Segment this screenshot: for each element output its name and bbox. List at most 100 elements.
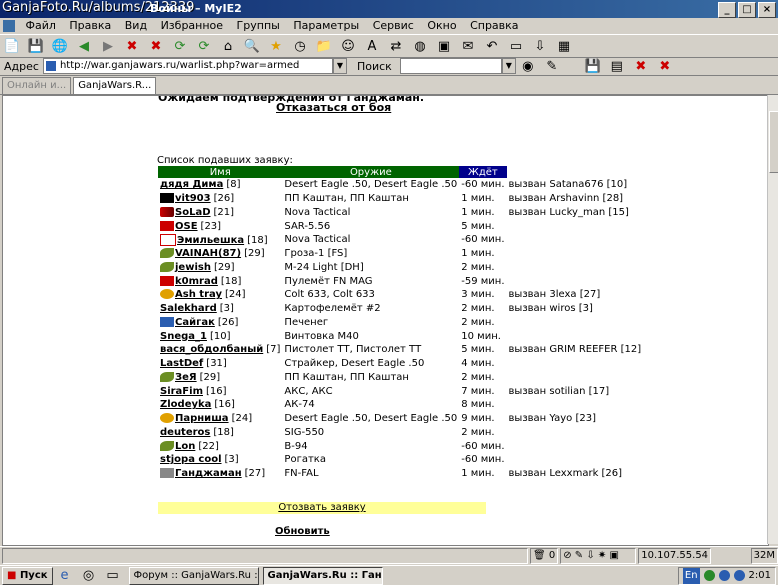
refresh-icon[interactable]: ⟳ — [171, 37, 189, 55]
user-icon[interactable]: ☺ — [339, 37, 357, 55]
player-name-link[interactable]: ЗеЯ — [175, 372, 197, 383]
cell-challenged-by: вызван Lucky_man [15] — [508, 206, 629, 218]
window-icon[interactable]: ▭ — [507, 37, 525, 55]
player-name-link[interactable]: Эмильешка — [177, 235, 244, 246]
cell-wait: -60 мин. — [461, 454, 505, 466]
highlight-icon[interactable]: ✎ — [543, 57, 561, 75]
player-name-link[interactable]: Ash tray — [175, 289, 222, 300]
back-icon[interactable]: ◀ — [75, 37, 93, 55]
tab-ganjawars[interactable]: GanjaWars.R... — [73, 77, 157, 94]
undo-icon[interactable]: ↶ — [483, 37, 501, 55]
player-name-link[interactable]: Lon — [175, 441, 195, 452]
vertical-scrollbar[interactable] — [767, 95, 778, 544]
menu-tools[interactable]: Сервис — [373, 19, 414, 32]
new-page-icon[interactable]: 📄 — [3, 37, 21, 55]
translate-icon[interactable]: ⇄ — [387, 37, 405, 55]
mail-icon[interactable]: ✉ — [459, 37, 477, 55]
player-name-link[interactable]: OSE — [175, 221, 198, 232]
forward-icon[interactable]: ▶ — [99, 37, 117, 55]
player-name-link[interactable]: дядя Дима — [160, 179, 223, 190]
player-name-link[interactable]: vit903 — [175, 193, 211, 204]
favorites-icon[interactable]: ★ — [267, 37, 285, 55]
task-forum[interactable]: Форум :: GanjaWars.Ru :: — [128, 566, 259, 585]
ie-quicklaunch-icon[interactable]: e — [56, 567, 74, 585]
stop-all-icon[interactable]: ✖ — [147, 37, 165, 55]
globe-icon[interactable]: 🌐 — [51, 37, 69, 55]
menu-groups[interactable]: Группы — [237, 19, 280, 32]
player-name-link[interactable]: LastDef — [160, 358, 203, 369]
minimize-button[interactable]: _ — [718, 2, 736, 18]
cancel-battle-link[interactable]: Отказаться от боя — [276, 101, 391, 114]
language-indicator[interactable]: En — [682, 567, 700, 584]
scrollbar-thumb[interactable] — [769, 111, 778, 173]
menu-favorites[interactable]: Избранное — [161, 19, 223, 32]
table-row: Ash tray [24] Colt 633, Colt 633 3 мин. вызв… — [158, 288, 643, 302]
player-name-link[interactable]: Salekhard — [160, 303, 217, 314]
close-all-icon[interactable]: ✖ — [656, 57, 674, 75]
search-dropdown[interactable]: ▼ — [501, 58, 516, 74]
start-button[interactable]: ■ Пуск — [2, 566, 53, 585]
player-name-link[interactable]: k0mrad — [175, 276, 218, 287]
table-row: Эмильешка [18] Nova Tactical -60 мин. — [158, 233, 643, 247]
table-row: вася_обдолбаный [7] Пистолет ТТ, Пистолет … — [158, 343, 643, 357]
player-name-link[interactable]: Zlodeyka — [160, 399, 211, 410]
player-name-link[interactable]: Парниша — [175, 413, 229, 424]
stop-icon[interactable]: ✖ — [123, 37, 141, 55]
player-name-link[interactable]: SoLaD — [175, 207, 211, 218]
player-name-link[interactable]: Snega_1 — [160, 331, 207, 342]
player-name-link[interactable]: Ганджаман — [175, 468, 242, 479]
outlook-quicklaunch-icon[interactable]: ◎ — [80, 567, 98, 585]
network-icon[interactable] — [703, 570, 715, 581]
folder-icon[interactable]: 📁 — [315, 37, 333, 55]
player-name-link[interactable]: Сайгак — [175, 317, 215, 328]
player-name-link[interactable]: stjopa cool — [160, 454, 222, 465]
save-page-icon[interactable]: 💾 — [584, 57, 602, 75]
layout-icon[interactable]: ▤ — [608, 57, 626, 75]
go-icon[interactable]: ◉ — [519, 57, 537, 75]
player-name-link[interactable]: jewish — [175, 262, 211, 273]
menu-file[interactable]: Файл — [26, 19, 56, 32]
menu-edit[interactable]: Правка — [69, 19, 111, 32]
player-name-link[interactable]: вася_обдолбаный — [160, 344, 263, 355]
menu-help[interactable]: Справка — [470, 19, 518, 32]
world-icon[interactable]: ◍ — [411, 37, 429, 55]
proxy-icon[interactable]: ▣ — [435, 37, 453, 55]
applicants-table: Имя Оружие Ждёт дядя Дима [8] Desert Eagle… — [158, 166, 644, 481]
close-button[interactable]: × — [758, 2, 776, 18]
cell-weapon: Пулемёт FN MAG — [284, 275, 373, 287]
task-ganjawars[interactable]: GanjaWars.Ru :: Ган... — [262, 566, 383, 585]
close-tab-icon[interactable]: ✖ — [632, 57, 650, 75]
cell-name: Zlodeyka [16] — [158, 398, 282, 412]
maximize-button[interactable]: □ — [738, 2, 756, 18]
grid-icon[interactable]: ▦ — [555, 37, 573, 55]
refresh-link[interactable]: Обновить — [275, 526, 330, 537]
font-icon[interactable]: A — [363, 37, 381, 55]
player-name-link[interactable]: VAINAH(87) — [175, 248, 241, 259]
player-name-link[interactable]: deuteros — [160, 427, 210, 438]
cell-name: дядя Дима [8] — [158, 178, 282, 192]
menu-view[interactable]: Вид — [125, 19, 147, 32]
player-name-link[interactable]: SiraFim — [160, 386, 203, 397]
search-input[interactable] — [399, 58, 502, 74]
windows-logo-icon: ■ — [7, 569, 17, 581]
address-input[interactable]: http://war.ganjawars.ru/warlist.php?war=… — [42, 58, 333, 74]
withdraw-link[interactable]: Отозвать заявку — [278, 502, 365, 513]
address-dropdown[interactable]: ▼ — [332, 58, 347, 74]
refresh-all-icon[interactable]: ⟳ — [195, 37, 213, 55]
history-icon[interactable]: ◷ — [291, 37, 309, 55]
messenger-icon[interactable] — [718, 570, 730, 581]
cell-challenged-by — [507, 453, 644, 467]
table-row: vit903 [26] ПП Каштан, ПП Каштан 1 мин. вызв… — [158, 192, 643, 206]
home-icon[interactable]: ⌂ — [219, 37, 237, 55]
antivirus-icon[interactable] — [733, 570, 745, 581]
tab-online[interactable]: Онлайн и... — [2, 77, 72, 94]
download-icon[interactable]: ⇩ — [531, 37, 549, 55]
cell-weapon: ПП Каштан, ПП Каштан — [284, 193, 409, 205]
menu-options[interactable]: Параметры — [293, 19, 359, 32]
address-url: http://war.ganjawars.ru/warlist.php?war=… — [59, 60, 300, 71]
desktop-quicklaunch-icon[interactable]: ▭ — [104, 567, 122, 585]
save-icon[interactable]: 💾 — [27, 37, 45, 55]
cell-wait: 3 мин. — [461, 289, 495, 301]
search-icon[interactable]: 🔍 — [243, 37, 261, 55]
menu-window[interactable]: Окно — [427, 19, 456, 32]
